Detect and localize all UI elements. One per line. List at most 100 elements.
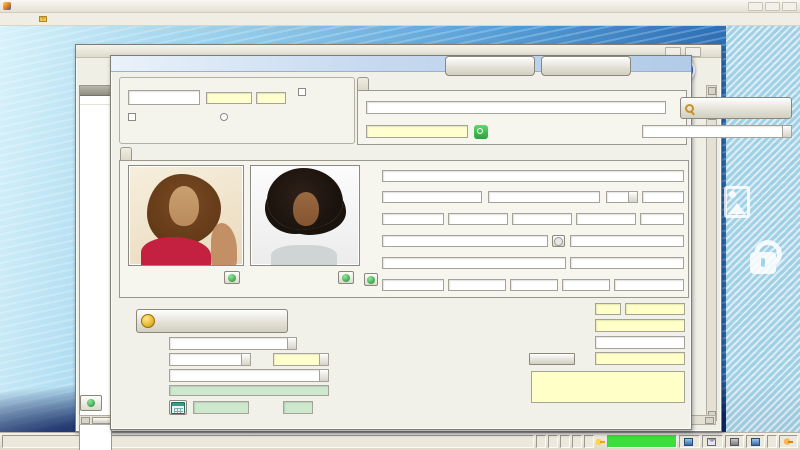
scroll-up-icon[interactable] [708, 87, 716, 95]
desktop-pattern [726, 26, 800, 432]
status-email[interactable] [702, 435, 723, 448]
bairro-field[interactable] [382, 191, 482, 203]
comprador-tab[interactable] [357, 77, 369, 90]
chevron-down-icon[interactable] [319, 370, 328, 381]
data-pedido-field[interactable] [206, 92, 252, 104]
chevron-down-icon[interactable] [319, 354, 328, 365]
orgao-emissor-field[interactable] [614, 279, 684, 291]
minimize-button[interactable] [748, 1, 763, 11]
chevron-down-icon[interactable] [782, 126, 791, 137]
transportador-select[interactable] [169, 369, 329, 382]
refresh-icon [87, 399, 95, 407]
coin-icon [141, 314, 155, 328]
atendente-select[interactable] [642, 125, 792, 138]
status-icon-cell[interactable] [725, 435, 744, 448]
maximize-button[interactable] [765, 1, 780, 11]
status-fpqsystem [767, 435, 777, 448]
rg-field[interactable] [562, 279, 610, 291]
scroll-right-icon[interactable] [705, 417, 714, 424]
status-date [572, 435, 582, 448]
email-send-button[interactable] [552, 235, 565, 247]
descricao-comprador-field[interactable] [366, 101, 666, 114]
celular-field[interactable] [512, 213, 572, 225]
placa-select[interactable] [273, 353, 329, 366]
cnpj-field[interactable] [382, 279, 444, 291]
contato-field[interactable] [570, 235, 684, 247]
disk-icon [730, 437, 739, 446]
screen [0, 0, 800, 450]
pc-icon [684, 437, 693, 446]
pedido-venda-dialog [110, 55, 792, 430]
fax-field[interactable] [576, 213, 636, 225]
photo-add-icon [342, 273, 350, 282]
main-tab[interactable] [120, 147, 132, 160]
num-pedido-field[interactable] [128, 90, 200, 105]
grid-column-header[interactable] [80, 86, 111, 96]
form-action-button[interactable] [364, 273, 378, 286]
whatsapp-icon[interactable] [474, 125, 488, 139]
lock-watermark-icon [750, 240, 782, 274]
emit-icon [546, 61, 559, 72]
cep-field[interactable] [642, 191, 684, 203]
monitor-icon [751, 437, 760, 446]
chevron-down-icon[interactable] [287, 338, 296, 349]
chevron-down-icon[interactable] [241, 354, 250, 365]
menu-item-email[interactable] [39, 16, 49, 22]
forma-pagamento-button[interactable] [136, 309, 288, 333]
pesquisar-cliente-button[interactable] [680, 97, 792, 119]
key-icon [596, 437, 605, 446]
status-time [584, 435, 594, 448]
tel2-field[interactable] [448, 213, 508, 225]
situacao-select[interactable] [169, 337, 297, 350]
orange-key-icon [784, 437, 793, 446]
photo-add-icon [228, 273, 236, 282]
chevron-down-icon[interactable] [628, 192, 637, 202]
scroll-left-icon[interactable] [81, 417, 90, 424]
forma-entrega-select[interactable] [169, 353, 251, 366]
app-titlebar [0, 0, 800, 13]
status-icon-cell[interactable] [746, 435, 765, 448]
tabela-checkbox[interactable] [298, 88, 309, 96]
close-button[interactable] [782, 1, 797, 11]
rede-social-field[interactable] [570, 257, 684, 269]
cliente-photo-1 [128, 165, 244, 266]
ie-field[interactable] [448, 279, 506, 291]
hora-entrega-field[interactable] [283, 401, 313, 414]
skype-field[interactable] [382, 257, 566, 269]
cidade-field[interactable] [488, 191, 600, 203]
emitir-via-radio[interactable] [220, 113, 231, 121]
toolbar-button[interactable] [2, 27, 32, 45]
comprador-panel [357, 90, 792, 145]
complemento-field[interactable] [640, 213, 684, 225]
form-add-icon [367, 275, 375, 284]
uf-select[interactable] [606, 191, 638, 203]
picture-watermark-icon [724, 186, 750, 218]
status-icon-cell[interactable] [779, 435, 798, 448]
desconto-field[interactable] [595, 336, 685, 349]
refresh-button[interactable] [80, 395, 102, 411]
rua-field[interactable] [382, 170, 684, 182]
action-icon [450, 61, 463, 72]
cliente-photo-2 [250, 165, 360, 266]
menubar [0, 13, 800, 26]
data-entrega-field[interactable] [193, 401, 249, 414]
tipo-pedido-checkbox[interactable] [128, 113, 139, 121]
photo1-action-button[interactable] [224, 271, 240, 284]
email-field[interactable] [382, 235, 548, 247]
status-num [536, 435, 546, 448]
photo2-action-button[interactable] [338, 271, 354, 284]
cliente-info-panel [119, 160, 689, 298]
grid-row[interactable] [80, 96, 111, 105]
status-master-badge [607, 435, 677, 448]
envelope-icon [707, 437, 716, 446]
contato-info-field[interactable] [366, 125, 468, 138]
calendar-icon [171, 401, 185, 414]
cpf-field[interactable] [510, 279, 558, 291]
email-icon [39, 16, 47, 22]
calendar-button[interactable] [169, 400, 187, 415]
hora-pedido-field[interactable] [256, 92, 286, 104]
dados-entrega-field[interactable] [169, 385, 329, 396]
app-icon [3, 2, 11, 10]
tel1-field[interactable] [382, 213, 444, 225]
frete-button[interactable] [529, 353, 575, 365]
